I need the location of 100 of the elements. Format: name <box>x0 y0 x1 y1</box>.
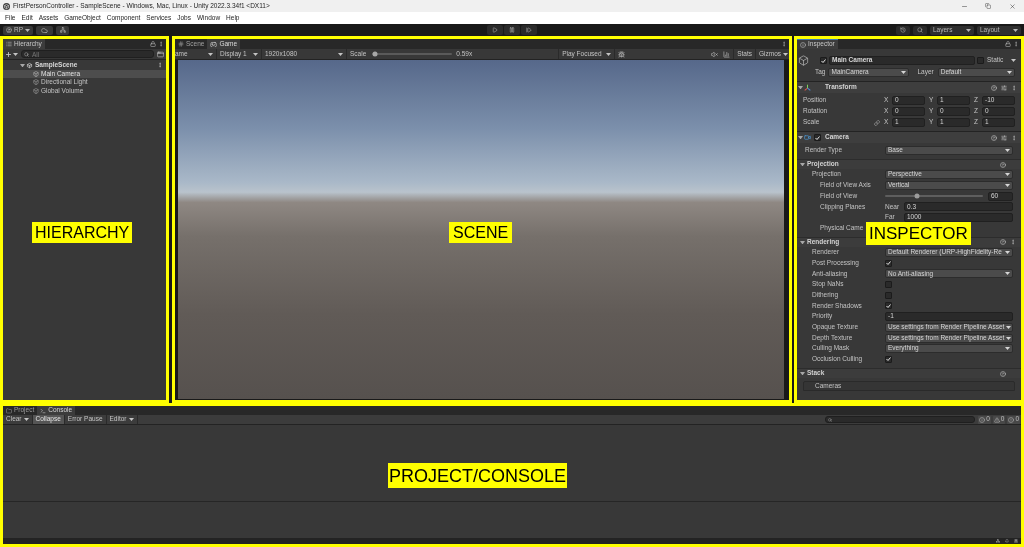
lock-icon[interactable] <box>150 41 156 47</box>
checkbox[interactable] <box>885 302 892 310</box>
caret-icon <box>1006 325 1012 329</box>
more-icon[interactable] <box>1010 239 1016 246</box>
slider-thumb[interactable] <box>914 193 920 199</box>
foldout-arrow-icon[interactable] <box>798 135 803 140</box>
foldout-arrow-icon[interactable] <box>800 240 805 245</box>
check-icon <box>821 58 826 63</box>
caret-icon <box>783 52 788 56</box>
help-icon[interactable] <box>991 134 997 141</box>
play-button[interactable] <box>487 25 503 35</box>
hash-icon <box>178 41 184 47</box>
terminal-icon <box>40 407 47 414</box>
search-icon <box>24 51 29 57</box>
slider-track[interactable] <box>885 195 983 198</box>
cloud-button[interactable] <box>36 25 54 35</box>
slider-thumb[interactable] <box>372 51 378 57</box>
more-icon[interactable] <box>1013 41 1019 47</box>
axes-icon <box>804 84 811 91</box>
annotation-label: HIERARCHY <box>32 222 133 243</box>
caret-icon <box>1006 70 1012 74</box>
search-field[interactable] <box>825 416 976 423</box>
static-menu-button[interactable] <box>1011 59 1016 62</box>
checkbox[interactable] <box>885 281 892 289</box>
foldout-arrow-icon[interactable] <box>798 85 803 90</box>
bug-icon[interactable] <box>618 50 626 58</box>
history-button[interactable] <box>896 25 910 35</box>
collab-button[interactable] <box>56 25 70 35</box>
more-icon[interactable] <box>1011 134 1017 141</box>
checkbox[interactable] <box>885 355 892 363</box>
network-icon <box>59 27 66 33</box>
search-icon <box>917 27 923 33</box>
step-icon <box>526 27 532 33</box>
foldout-arrow-icon[interactable] <box>800 162 805 167</box>
help-icon[interactable] <box>1000 161 1006 168</box>
help-icon[interactable] <box>991 84 997 91</box>
check-icon <box>886 357 891 362</box>
info-icon <box>800 41 806 48</box>
more-icon[interactable] <box>1011 84 1017 91</box>
cube-icon <box>33 70 39 77</box>
folder-icon <box>6 407 12 414</box>
sliders-icon[interactable] <box>1001 84 1007 91</box>
more-icon[interactable] <box>157 62 163 69</box>
history-icon <box>900 27 906 33</box>
caret-icon <box>253 52 258 56</box>
step-button[interactable] <box>521 25 537 35</box>
info-icon <box>979 416 986 423</box>
cube-icon <box>33 88 39 95</box>
pause-button[interactable] <box>504 25 520 35</box>
restore-icon <box>985 3 991 9</box>
gamepad-icon <box>210 40 218 48</box>
link-icon[interactable] <box>873 119 880 126</box>
caret-icon <box>338 52 343 56</box>
checkbox[interactable] <box>820 57 827 64</box>
caret-icon <box>901 70 907 74</box>
caret-icon <box>1005 251 1010 255</box>
bar-chart-icon[interactable] <box>723 50 731 58</box>
check-icon <box>886 303 891 308</box>
caret-icon <box>1011 59 1016 62</box>
checkbox[interactable] <box>814 134 821 141</box>
foldout-arrow-icon[interactable] <box>20 63 25 68</box>
help-icon[interactable] <box>1000 239 1006 246</box>
bell-icon[interactable] <box>1005 539 1009 543</box>
more-icon[interactable] <box>158 41 164 47</box>
checkbox[interactable] <box>977 57 984 64</box>
caret-icon <box>966 28 971 32</box>
sliders-icon[interactable] <box>1001 134 1007 141</box>
caret-icon <box>1005 173 1010 177</box>
caret-icon <box>1005 148 1010 152</box>
close-icon <box>1008 2 1016 10</box>
warning-icon <box>993 416 1000 423</box>
search-icon <box>828 417 833 422</box>
annotation-label: INSPECTOR <box>866 222 971 245</box>
play-icon <box>492 27 498 33</box>
caret-icon <box>1005 272 1010 276</box>
checkbox[interactable] <box>885 291 892 299</box>
check-icon <box>886 261 891 266</box>
network-icon[interactable] <box>996 539 1000 543</box>
help-icon[interactable] <box>1000 370 1006 377</box>
checkbox[interactable] <box>885 259 892 267</box>
caret-icon <box>1005 347 1010 351</box>
list-icon <box>6 41 12 47</box>
mute-audio-icon[interactable] <box>711 50 719 58</box>
add-button[interactable] <box>5 50 18 58</box>
window-icon[interactable] <box>157 50 164 58</box>
search-button[interactable] <box>913 25 927 35</box>
lock-icon[interactable] <box>1005 41 1011 47</box>
caret-icon <box>208 52 213 56</box>
more-icon[interactable] <box>781 41 787 47</box>
annotation-label: SCENE <box>449 222 513 243</box>
error-icon <box>1008 416 1015 423</box>
bug-icon[interactable] <box>1014 539 1018 543</box>
scene-icon <box>26 61 33 69</box>
pause-icon <box>509 27 515 33</box>
video-camera-icon <box>804 134 811 141</box>
foldout-arrow-icon[interactable] <box>800 371 805 376</box>
cube-icon <box>798 55 809 66</box>
cloud-icon <box>41 26 49 34</box>
caret-icon <box>25 28 31 32</box>
caret-icon <box>606 52 612 56</box>
